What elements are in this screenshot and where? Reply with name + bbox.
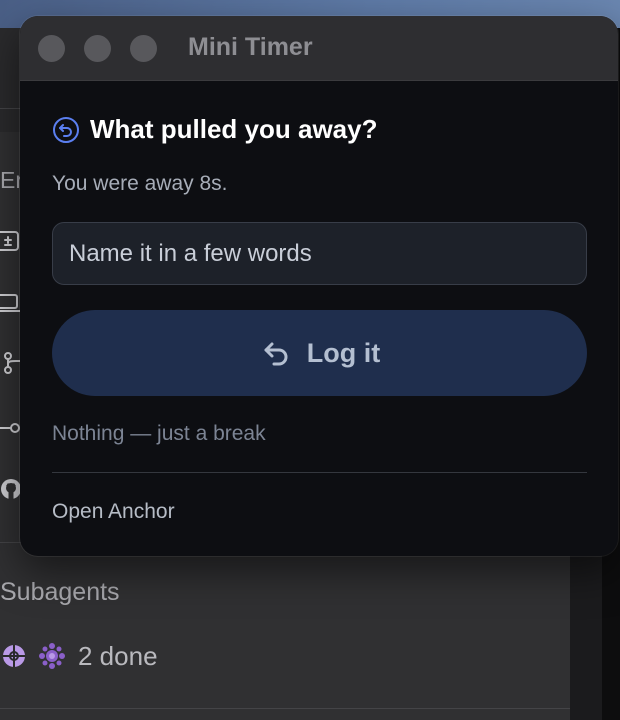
log-it-label: Log it [306, 337, 381, 368]
laptop-icon[interactable] [0, 292, 22, 314]
section-divider [52, 472, 587, 473]
zoom-window-button[interactable] [130, 35, 157, 62]
undo-arrow-icon [259, 336, 293, 370]
away-duration-text: You were away 8s. [52, 172, 228, 195]
distraction-name-input[interactable] [52, 222, 587, 285]
diff-icon[interactable] [0, 230, 22, 252]
agent-emblem-icon [0, 642, 28, 670]
background-divider [0, 708, 570, 709]
log-it-button[interactable]: Log it [52, 310, 587, 396]
close-window-button[interactable] [38, 35, 65, 62]
open-anchor-link[interactable]: Open Anchor [52, 500, 175, 524]
agent-sparkle-icon [38, 642, 66, 670]
subagents-status-row[interactable]: 2 done [0, 640, 158, 672]
mini-timer-window: Mini Timer What pulled you away? You wer… [20, 16, 618, 556]
window-title: Mini Timer [188, 33, 313, 61]
undo-circle-icon [52, 116, 80, 144]
subagents-title: Subagents [0, 578, 120, 606]
subagents-status-text: 2 done [78, 640, 158, 671]
prompt-heading-text: What pulled you away? [90, 114, 378, 144]
just-a-break-link[interactable]: Nothing — just a break [52, 422, 266, 446]
prompt-heading: What pulled you away? [52, 114, 377, 145]
github-icon[interactable] [0, 478, 22, 500]
window-titlebar[interactable]: Mini Timer [20, 16, 618, 81]
minimize-window-button[interactable] [84, 35, 111, 62]
git-commit-icon[interactable] [0, 417, 22, 439]
git-branch-icon[interactable] [0, 352, 22, 374]
